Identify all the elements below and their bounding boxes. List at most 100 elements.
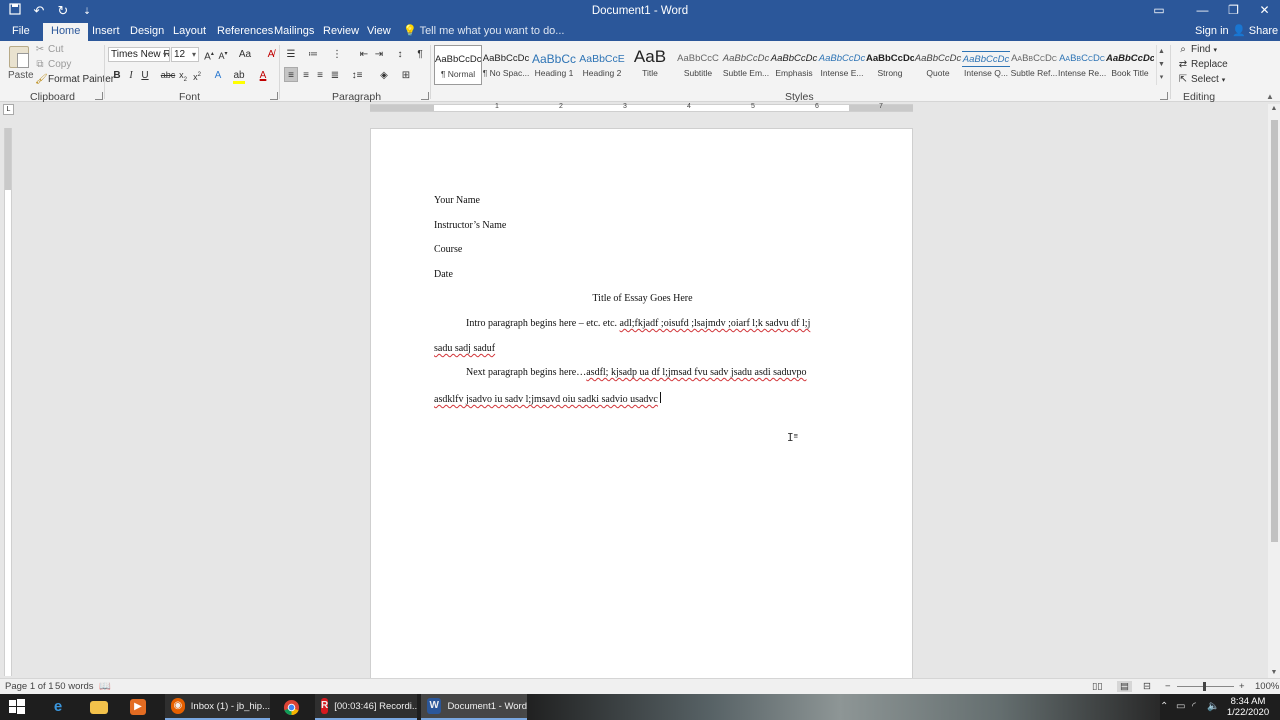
media-player-icon[interactable]: ▶ (130, 694, 146, 720)
sort-icon[interactable]: ↕ (393, 47, 407, 62)
font-color-icon[interactable]: A (256, 68, 270, 83)
edge-browser-icon[interactable]: e (50, 694, 66, 720)
misspelled-text[interactable]: adl;fkjadf ;oisufd ;lsajmdv ;oiarf l;k s… (620, 318, 811, 329)
chrome-icon[interactable] (283, 694, 300, 720)
style-subtle-reference[interactable]: AaBbCcDc Subtle Ref... (1010, 45, 1058, 85)
intro-paragraph-line-1[interactable]: Intro paragraph begins here – etc. etc. … (466, 318, 810, 329)
zoom-out-icon[interactable]: − (1165, 681, 1171, 692)
underline-icon[interactable]: U (138, 68, 152, 83)
format-painter-button[interactable]: 🖌 Format Painter (35, 74, 114, 85)
grow-font-icon[interactable]: A▴ (202, 47, 216, 62)
volume-icon[interactable]: 🔈 (1207, 694, 1219, 720)
line-date[interactable]: Date (434, 269, 453, 280)
decrease-indent-icon[interactable]: ⇤ (357, 47, 371, 62)
scroll-down-icon[interactable]: ▼ (1268, 668, 1280, 678)
clear-formatting-icon[interactable]: A̸ (264, 47, 278, 62)
numbering-icon[interactable]: ≔ (306, 47, 320, 62)
undo-icon[interactable]: ↶ (32, 3, 46, 19)
chevron-up-icon[interactable]: ▲ (1157, 45, 1166, 58)
style-quote[interactable]: AaBbCcDc Quote (914, 45, 962, 85)
font-size-combo[interactable]: 12 (171, 47, 199, 62)
multilevel-list-icon[interactable]: ⋮ (330, 47, 344, 62)
zoom-slider-knob[interactable] (1203, 682, 1206, 691)
page-count[interactable]: Page 1 of 1 (5, 681, 54, 692)
change-case-icon[interactable]: Aa (236, 47, 254, 62)
superscript-icon[interactable]: x2 (190, 68, 204, 83)
misspelled-text[interactable]: asdfl; kjsadp ua df l;jmsad fvu sadv jsa… (586, 367, 806, 378)
restore-button[interactable]: ❐ (1218, 0, 1249, 23)
copy-button[interactable]: ⧉ Copy (35, 59, 71, 70)
tab-layout[interactable]: Layout (165, 23, 214, 41)
style-subtitle[interactable]: AaBbCcC Subtitle (674, 45, 722, 85)
zoom-in-icon[interactable]: + (1239, 681, 1245, 692)
windows-start-icon[interactable] (8, 694, 26, 720)
borders-icon[interactable]: ⊞ (399, 68, 413, 83)
styles-gallery-scroll[interactable]: ▲ ▼ ▾ (1156, 45, 1166, 85)
line-your-name[interactable]: Your Name (434, 195, 480, 206)
redo-icon[interactable]: ↻ (56, 3, 70, 19)
style-no-spacing[interactable]: AaBbCcDc ¶ No Spac... (482, 45, 530, 85)
increase-indent-icon[interactable]: ⇥ (372, 47, 386, 62)
read-mode-icon[interactable]: ▯▯ (1092, 681, 1102, 692)
subscript-icon[interactable]: x2 (176, 68, 190, 83)
document-canvas[interactable]: Your Name Instructor’s Name Course Date … (14, 112, 1268, 678)
tab-selector-icon[interactable]: L (3, 104, 14, 115)
scroll-up-icon[interactable]: ▲ (1268, 104, 1280, 114)
shrink-font-icon[interactable]: A▾ (216, 47, 230, 62)
style-intense-quote[interactable]: AaBbCcDc Intense Q... (962, 45, 1010, 85)
styles-launcher-icon[interactable] (1160, 92, 1168, 100)
replace-button[interactable]: ⇄ Replace (1178, 59, 1228, 70)
save-icon[interactable] (8, 3, 22, 19)
cut-button[interactable]: ✂ Cut (35, 44, 64, 55)
line-spacing-icon[interactable]: ↕≡ (350, 68, 364, 83)
paste-button[interactable]: Paste (6, 44, 34, 86)
taskbar-recording-app[interactable]: R [00:03:46] Recordi... (315, 694, 417, 720)
minimize-button[interactable]: — (1187, 0, 1218, 23)
customize-qat-icon[interactable]: ⇣ (80, 3, 94, 19)
text-effects-icon[interactable]: A (211, 68, 225, 83)
next-paragraph-line-2[interactable]: asdklfv jsadvo iu sadv l;jmsavd oiu sadk… (434, 392, 661, 405)
style-emphasis[interactable]: AaBbCcDc Emphasis (770, 45, 818, 85)
tab-home[interactable]: Home (43, 23, 89, 41)
taskbar-firefox-inbox[interactable]: ◉ Inbox (1) - jb_hip... (165, 694, 270, 720)
share-button[interactable]: 👤 Share (1232, 23, 1278, 40)
align-right-icon[interactable]: ≡ (313, 68, 327, 83)
vertical-scrollbar[interactable]: ▲ ▼ (1268, 104, 1280, 678)
style-book-title[interactable]: AaBbCcDc Book Title (1106, 45, 1154, 85)
collapse-ribbon-icon[interactable]: ▲ (1266, 92, 1274, 101)
wifi-icon[interactable]: ◜ (1192, 694, 1196, 720)
sign-in-link[interactable]: Sign in (1195, 23, 1229, 40)
style-heading-1[interactable]: AaBbCc Heading 1 (530, 45, 578, 85)
tell-me-box[interactable]: 💡 Tell me what you want to do... (403, 23, 564, 40)
document-page[interactable]: Your Name Instructor’s Name Course Date … (370, 128, 913, 678)
font-launcher-icon[interactable] (270, 92, 278, 100)
show-formatting-icon[interactable]: ¶ (413, 47, 427, 62)
zoom-level[interactable]: 100% (1255, 681, 1279, 692)
scroll-thumb[interactable] (1271, 120, 1278, 542)
shading-icon[interactable]: ◈ (377, 68, 391, 83)
align-left-icon[interactable]: ≡ (284, 67, 298, 82)
style-strong[interactable]: AaBbCcDc Strong (866, 45, 914, 85)
print-layout-icon[interactable]: ▤ (1117, 681, 1132, 692)
next-paragraph-line-1[interactable]: Next paragraph begins here…asdfl; kjsadp… (466, 367, 806, 378)
show-hidden-icons-icon[interactable]: ⌃ (1160, 694, 1168, 720)
line-instructor-name[interactable]: Instructor’s Name (434, 220, 506, 231)
style-intense-emphasis[interactable]: AaBbCcDc Intense E... (818, 45, 866, 85)
tab-view[interactable]: View (359, 23, 399, 41)
battery-icon[interactable]: ▭ (1176, 694, 1185, 720)
find-button[interactable]: ⌕ Find ▾ (1178, 44, 1217, 55)
taskbar-word-document[interactable]: W Document1 - Word (421, 694, 527, 720)
chevron-down-icon[interactable]: ▼ (1157, 58, 1166, 71)
tab-insert[interactable]: Insert (84, 23, 128, 41)
strikethrough-icon[interactable]: abc (160, 68, 176, 83)
horizontal-ruler[interactable]: 1 2 3 4 5 6 7 (370, 103, 913, 112)
intro-paragraph-line-2[interactable]: sadu sadj saduf (434, 343, 495, 354)
more-styles-icon[interactable]: ▾ (1157, 71, 1166, 84)
tab-mailings[interactable]: Mailings (266, 23, 322, 41)
bold-icon[interactable]: B (110, 68, 124, 83)
close-button[interactable]: ✕ (1249, 0, 1280, 23)
select-button[interactable]: ⇱ Select ▾ (1178, 74, 1226, 85)
font-name-combo[interactable]: Times New Ro (108, 47, 170, 62)
style-normal[interactable]: AaBbCcDc ¶ Normal (434, 45, 482, 85)
highlight-icon[interactable]: ab (232, 68, 246, 84)
